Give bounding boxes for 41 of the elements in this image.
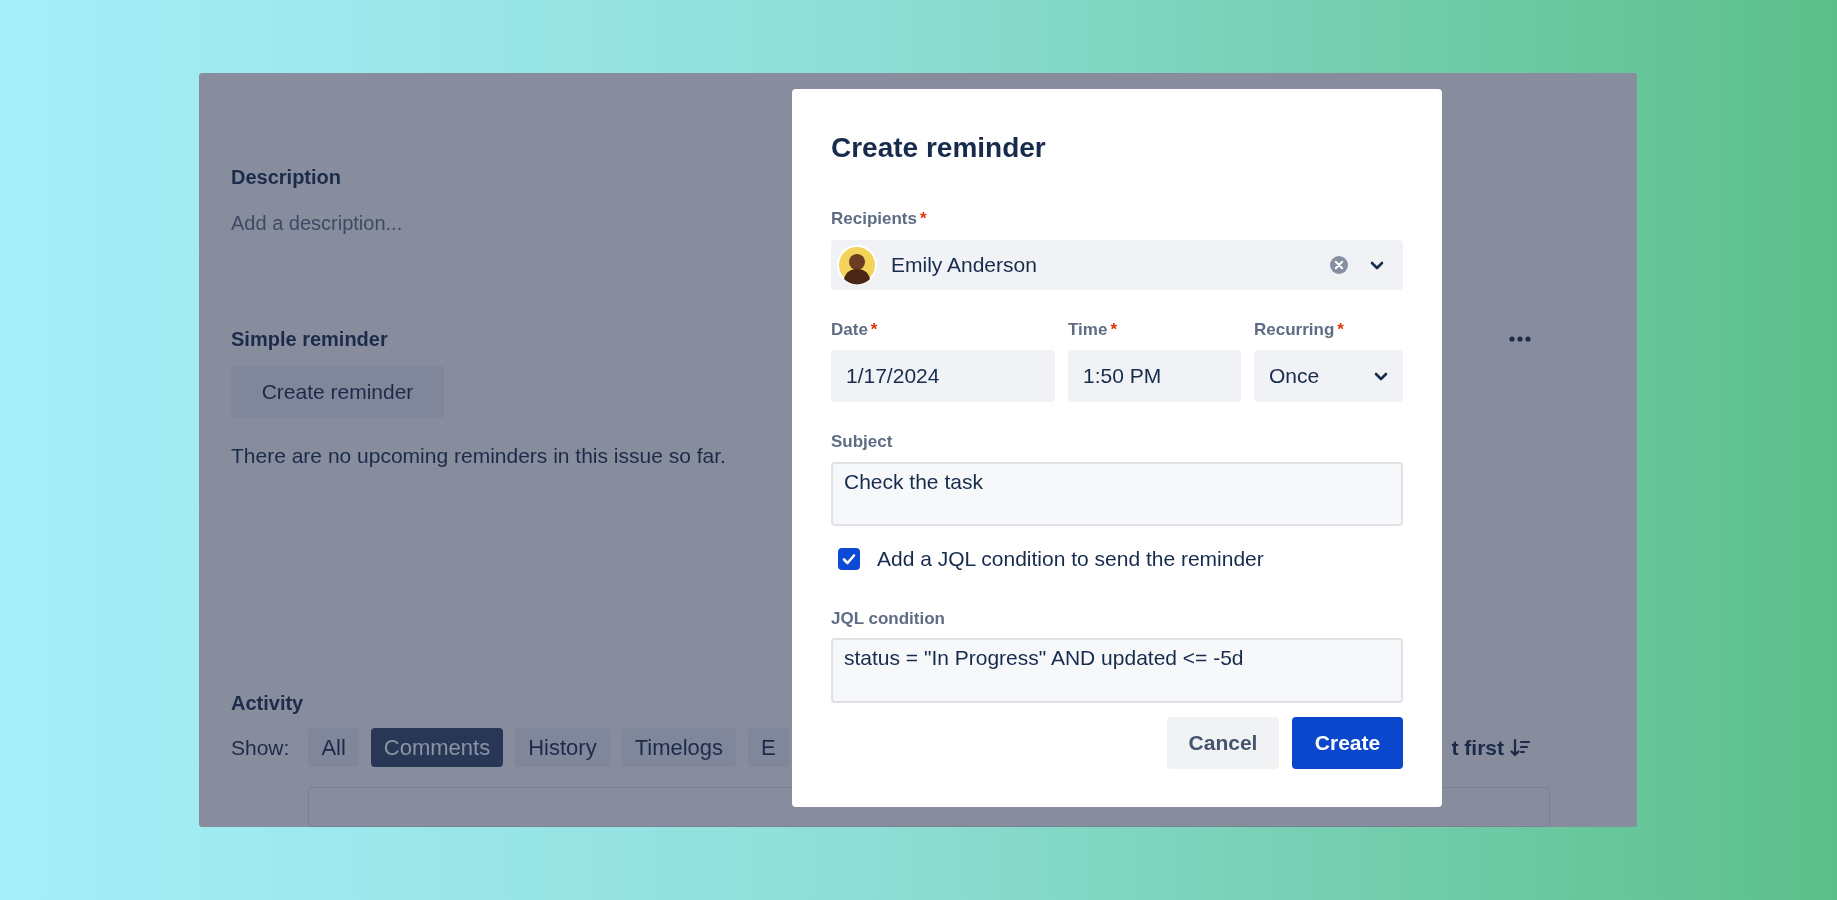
field-label: Date — [831, 320, 868, 340]
filter-tab[interactable]: History — [515, 728, 610, 767]
check-icon[interactable] — [842, 553, 856, 565]
field-label: Time — [1068, 320, 1108, 340]
field-label: Recurring — [1254, 320, 1335, 340]
dialog-title: Create reminder — [831, 131, 1047, 165]
more-icon[interactable] — [1509, 336, 1531, 342]
recipient-name: Emily Anderson — [891, 253, 1038, 277]
required-mark: * — [920, 209, 927, 229]
empty-message: There are no upcoming reminders in this issue so far. — [231, 444, 726, 468]
cancel-button[interactable]: Cancel — [1167, 717, 1279, 769]
filter-tab[interactable]: All — [308, 728, 359, 767]
recipients-field[interactable]: Emily Anderson — [831, 240, 1403, 290]
create-button[interactable]: Create — [1292, 717, 1403, 769]
field-label: Recipients — [831, 209, 917, 229]
subject-field[interactable]: Check the task — [831, 462, 1403, 526]
required-mark: * — [870, 320, 878, 340]
section-heading: Simple reminder — [231, 327, 388, 351]
field-label: Subject — [831, 432, 893, 452]
section-heading: Activity — [231, 691, 304, 715]
create-reminder-button[interactable]: Create reminder — [231, 366, 444, 418]
required-mark: * — [1337, 320, 1344, 340]
chevron-down-icon[interactable] — [1374, 371, 1388, 381]
field-label: JQL condition — [831, 609, 945, 629]
checkbox-label[interactable]: Add a JQL condition to send the reminder — [877, 547, 1264, 571]
checkbox[interactable] — [838, 548, 860, 570]
show-label: Show: — [231, 735, 290, 760]
date-field[interactable]: 1/17/2024 — [831, 350, 1055, 402]
time-field[interactable]: 1:50 PM — [1068, 350, 1241, 402]
avatar[interactable] — [837, 245, 877, 285]
sort-label[interactable]: t first — [1451, 735, 1504, 760]
recurring-select[interactable]: Once — [1254, 350, 1403, 402]
section-heading: Description — [231, 165, 342, 189]
clear-icon[interactable] — [1330, 256, 1348, 274]
filter-tab[interactable]: Timelogs — [621, 728, 737, 767]
sort-icon[interactable] — [1510, 737, 1530, 758]
filter-tab[interactable]: Comments — [370, 728, 504, 767]
chevron-down-icon[interactable] — [1370, 260, 1384, 270]
jql-field[interactable]: status = "In Progress" AND updated <= -5d — [831, 638, 1403, 703]
filter-tab[interactable]: E — [748, 728, 789, 767]
required-mark: * — [1110, 320, 1117, 340]
